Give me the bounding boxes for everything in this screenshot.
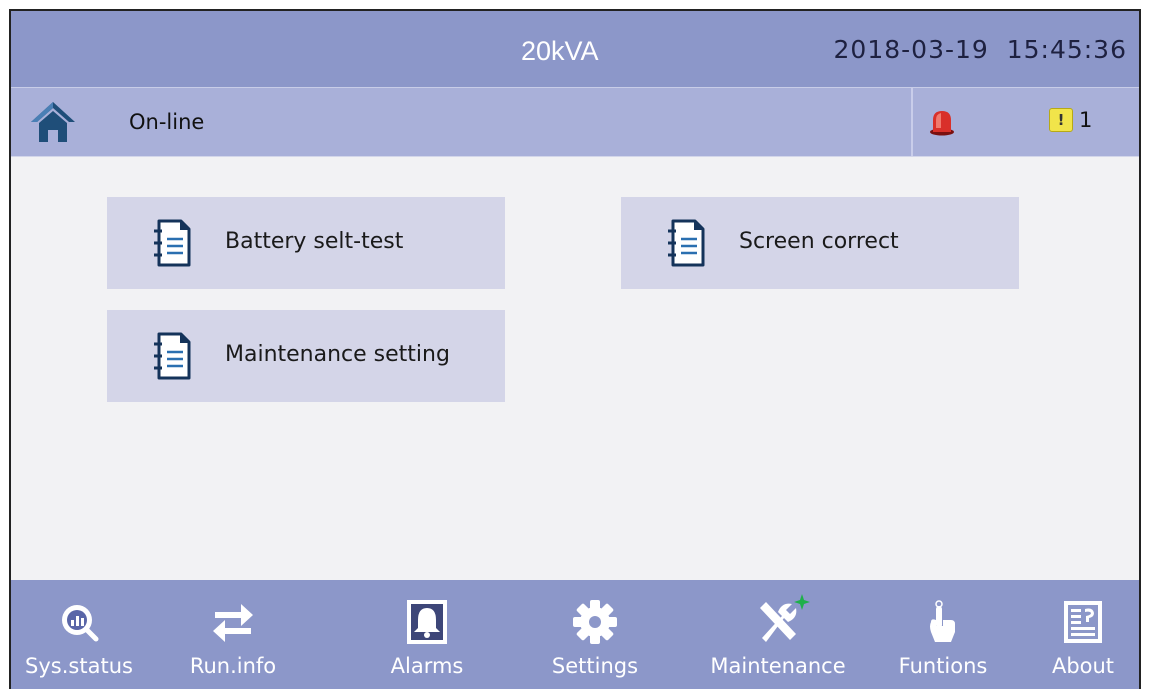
home-icon[interactable] <box>29 98 77 146</box>
screen-correct-label: Screen correct <box>739 229 899 254</box>
status-divider <box>911 88 913 156</box>
datetime-display: 2018-03-19 15:45:36 <box>833 35 1127 64</box>
warning-icon: ! <box>1049 108 1073 132</box>
tools-icon <box>760 594 810 642</box>
document-icon <box>154 332 191 380</box>
warning-indicator[interactable]: ! 1 <box>1049 108 1092 132</box>
nav-functions[interactable]: Funtions <box>888 580 998 689</box>
warning-count: 1 <box>1079 108 1093 132</box>
title-bar: 20kVA 2018-03-19 15:45:36 <box>11 11 1139 87</box>
screen-correct-button[interactable]: Screen correct <box>621 197 1019 289</box>
nav-run-info[interactable]: Run.info <box>183 580 283 689</box>
hand-pointer-icon <box>930 600 955 642</box>
nav-label: Maintenance <box>710 654 846 678</box>
screen-frame: 20kVA 2018-03-19 15:45:36 On-line ! 1 Ba… <box>9 9 1141 689</box>
nav-alarms[interactable]: Alarms <box>377 580 477 689</box>
nav-maintenance[interactable]: Maintenance <box>708 580 848 689</box>
maintenance-setting-label: Maintenance setting <box>225 342 450 367</box>
status-bar: On-line ! 1 <box>11 87 1139 157</box>
nav-label: Settings <box>551 654 639 678</box>
info-document-icon <box>1064 601 1102 643</box>
operating-mode: On-line <box>129 110 205 134</box>
swap-arrows-icon <box>213 604 253 642</box>
nav-label: Funtions <box>898 654 988 678</box>
document-icon <box>668 219 705 267</box>
alarm-light-icon[interactable] <box>929 108 955 136</box>
bell-icon <box>407 600 447 644</box>
nav-sys-status[interactable]: Sys.status <box>25 580 133 689</box>
bottom-nav: Sys.status Run.info Alarms Settings Main… <box>11 580 1139 689</box>
maintenance-setting-button[interactable]: Maintenance setting <box>107 310 505 402</box>
gear-icon <box>573 600 617 644</box>
model-label: 20kVA <box>521 36 599 66</box>
nav-label: Sys.status <box>25 654 133 678</box>
nav-label: Run.info <box>189 654 277 678</box>
magnifier-chart-icon <box>62 605 99 642</box>
battery-self-test-label: Battery selt-test <box>225 229 404 254</box>
document-icon <box>154 219 191 267</box>
nav-about[interactable]: About <box>1033 580 1133 689</box>
nav-label: Alarms <box>390 654 464 678</box>
nav-settings[interactable]: Settings <box>545 580 645 689</box>
battery-self-test-button[interactable]: Battery selt-test <box>107 197 505 289</box>
nav-label: About <box>1051 654 1115 678</box>
